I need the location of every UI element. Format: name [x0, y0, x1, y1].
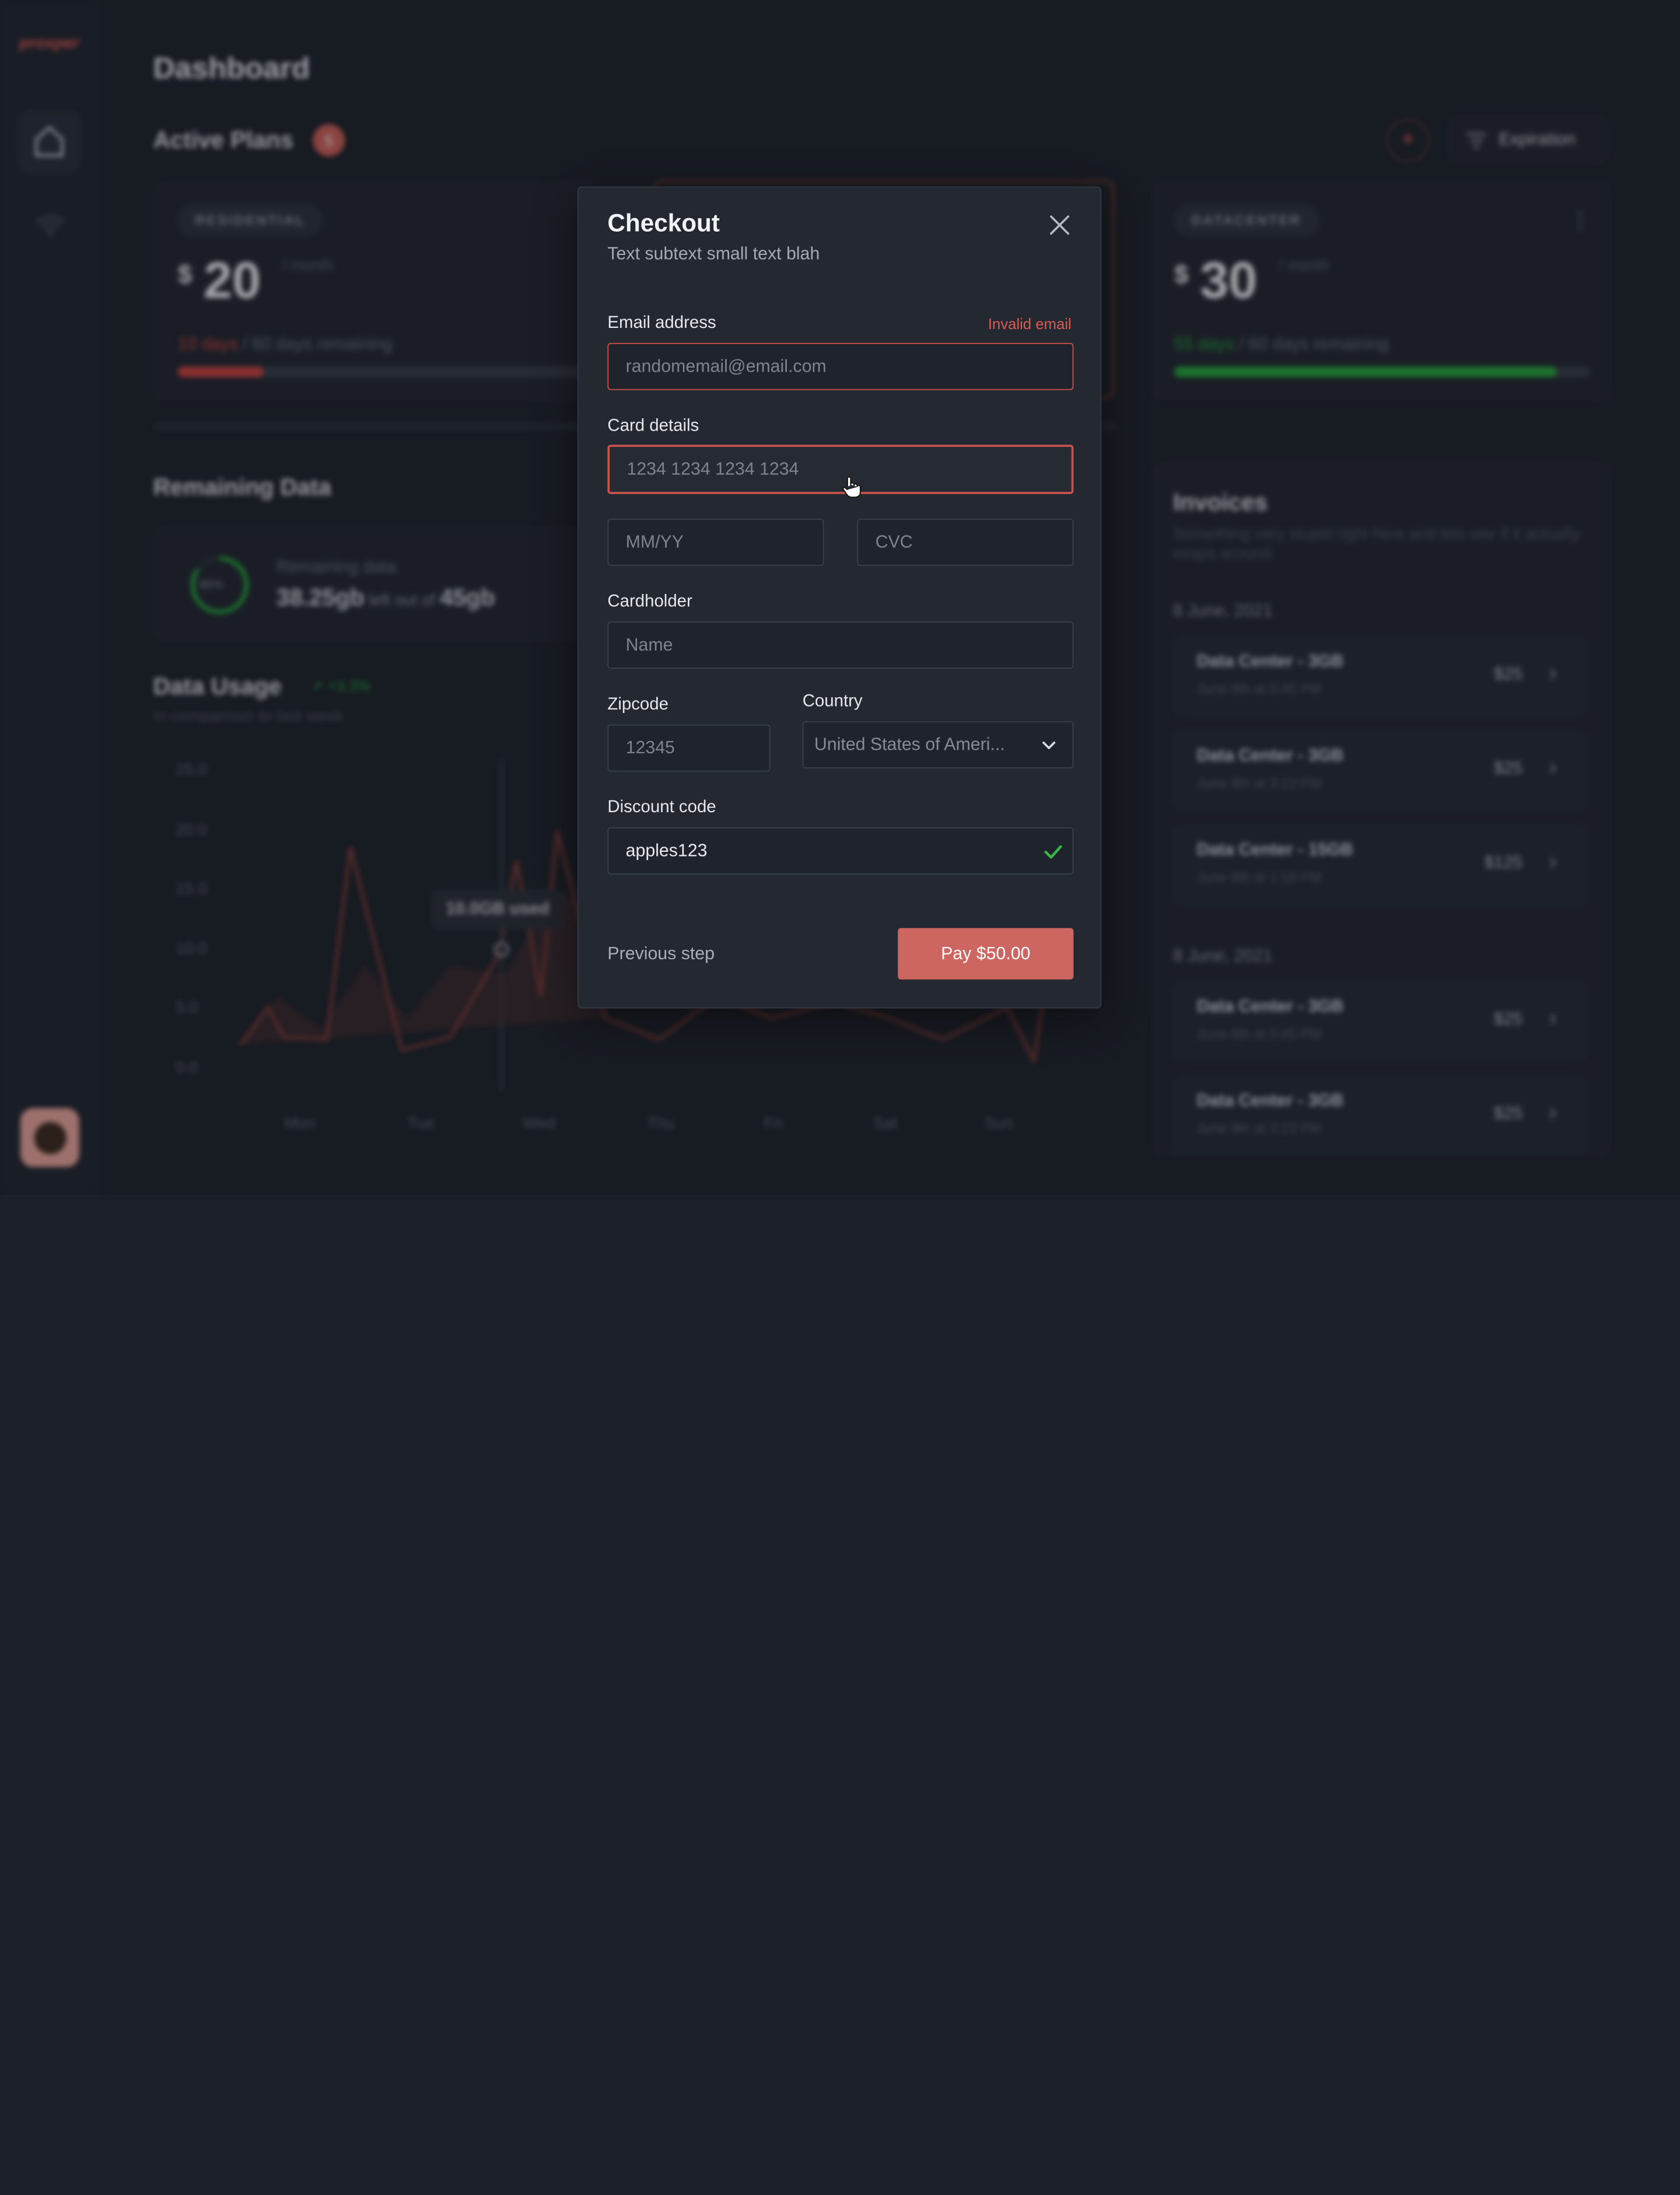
checkout-modal: Checkout Text subtext small text blah Em…: [577, 186, 1102, 1009]
country-select[interactable]: United States of Ameri...: [802, 721, 1074, 768]
card-details-label: Card details: [607, 417, 699, 435]
card-number-input[interactable]: [607, 445, 1074, 494]
modal-subtitle: Text subtext small text blah: [607, 244, 820, 264]
cardholder-input[interactable]: [607, 621, 1074, 669]
hand-cursor-icon: [842, 476, 861, 498]
email-error: Invalid email: [988, 314, 1072, 333]
zipcode-input[interactable]: [607, 724, 771, 772]
card-cvc-input[interactable]: [857, 518, 1074, 566]
close-icon: [1049, 215, 1070, 235]
country-value: United States of Ameri...: [814, 735, 1005, 755]
email-input[interactable]: [607, 342, 1074, 390]
zipcode-label: Zipcode: [607, 695, 668, 714]
chevron-down-icon: [1042, 741, 1056, 749]
modal-title: Checkout: [607, 209, 720, 237]
close-button[interactable]: [1046, 211, 1074, 239]
previous-step-button[interactable]: Previous step: [607, 944, 715, 964]
email-label: Email address: [607, 314, 716, 333]
card-expiry-input[interactable]: [607, 518, 824, 566]
country-label: Country: [802, 692, 863, 711]
check-icon: [1044, 845, 1062, 859]
pay-button[interactable]: Pay $50.00: [898, 928, 1074, 980]
cardholder-label: Cardholder: [607, 592, 692, 611]
discount-input[interactable]: [607, 827, 1074, 875]
discount-label: Discount code: [607, 798, 716, 817]
